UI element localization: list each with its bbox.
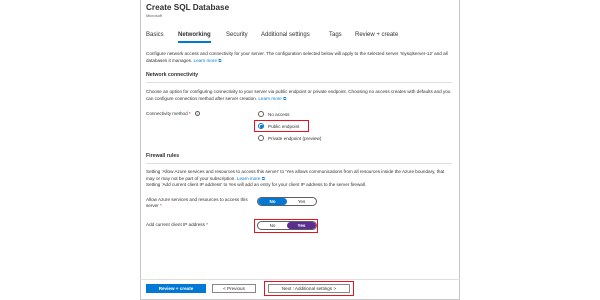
firewall-learn-more-link[interactable]: Learn more (237, 176, 261, 181)
toggle-no-option[interactable]: No (258, 198, 287, 205)
intro-description: Configure network access and connectivit… (146, 51, 448, 63)
intro-learn-more-link[interactable]: Learn more (194, 58, 218, 63)
footer-divider (140, 279, 460, 280)
client-ip-text: Add current client IP address (146, 222, 205, 227)
tab-additional-settings[interactable]: Additional settings (261, 32, 310, 38)
required-asterisk: * (160, 203, 162, 208)
intro-text: Configure network access and connectivit… (146, 51, 452, 64)
radio-label: No access (268, 111, 290, 117)
tab-tags[interactable]: Tags (329, 32, 342, 38)
allow-azure-toggle[interactable]: No Yes (257, 197, 317, 206)
info-icon[interactable]: i (194, 111, 200, 117)
blade-panel (140, 0, 460, 300)
external-link-icon: ⧉ (261, 175, 265, 181)
radio-button[interactable] (258, 135, 264, 141)
firewall-text-2: Setting 'Add current client IP address' … (146, 182, 367, 188)
review-create-button[interactable]: Review + create (146, 284, 206, 293)
firewall-text-1: Setting 'Allow Azure services and resour… (146, 169, 445, 181)
toggle-yes-option[interactable]: Yes (287, 222, 316, 229)
section-divider (146, 163, 452, 164)
public-endpoint-highlight (254, 120, 309, 132)
previous-button[interactable]: < Previous (212, 284, 256, 293)
radio-label: Private endpoint (preview) (268, 135, 322, 141)
toggle-no-option[interactable]: No (258, 222, 287, 229)
client-ip-label: Add current client IP address * (146, 222, 208, 228)
radio-button[interactable] (258, 111, 264, 117)
radio-private-endpoint[interactable]: Private endpoint (preview) (258, 134, 321, 142)
network-connectivity-heading: Network connectivity (146, 72, 199, 78)
radio-no-access[interactable]: No access (258, 110, 289, 118)
connectivity-description: Choose an option for configuring connect… (146, 89, 452, 102)
firewall-description: Setting 'Allow Azure services and resour… (146, 169, 452, 189)
connectivity-method-label: Connectivity method * i (146, 111, 200, 117)
tab-basics[interactable]: Basics (146, 32, 164, 38)
next-button-highlight (264, 281, 354, 296)
page-title: Create SQL Database (146, 3, 230, 12)
external-link-icon: ⧉ (283, 95, 287, 101)
page-subtitle: Microsoft (146, 13, 163, 18)
connectivity-method-text: Connectivity method (146, 111, 188, 116)
required-asterisk: * (206, 222, 208, 227)
connectivity-text: Choose an option for configuring connect… (146, 89, 451, 101)
required-asterisk: * (188, 111, 191, 116)
tab-review-create[interactable]: Review + create (355, 32, 398, 38)
firewall-rules-heading: Firewall rules (146, 153, 180, 159)
tab-security[interactable]: Security (226, 32, 248, 38)
toggle-yes-option[interactable]: Yes (287, 198, 316, 205)
section-divider (146, 82, 452, 83)
client-ip-toggle[interactable]: No Yes (257, 221, 317, 230)
tab-networking[interactable]: Networking (178, 32, 211, 43)
external-link-icon: ⧉ (218, 57, 222, 63)
allow-azure-label: Allow Azure services and resources to ac… (146, 197, 251, 209)
connectivity-learn-more-link[interactable]: Learn more (258, 96, 282, 101)
